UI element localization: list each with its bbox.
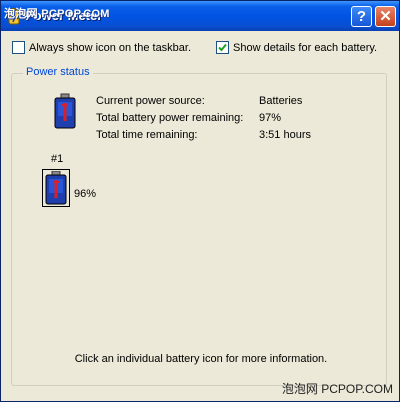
watermark-bottom: 泡泡网 PCPOP.COM (281, 382, 393, 396)
show-details-option[interactable]: Show details for each battery. (216, 41, 377, 54)
checkmark-icon (218, 43, 227, 52)
battery-1-button[interactable] (42, 169, 70, 207)
power-source-label: Current power source: (96, 95, 205, 107)
time-remaining-label: Total time remaining: (96, 129, 198, 141)
power-remaining-label: Total battery power remaining: (96, 112, 244, 124)
show-details-label: Show details for each battery. (233, 41, 378, 54)
power-status-legend: Power status (23, 66, 93, 78)
power-source-value: Batteries (259, 95, 303, 107)
show-icon-label: Always show icon on the taskbar. (29, 41, 192, 54)
close-button[interactable]: ✕ (375, 6, 396, 27)
power-remaining-value: 97% (259, 112, 282, 124)
title-bar[interactable]: Power Meter 泡泡网 PCPOP.COM ? ✕ (1, 1, 399, 31)
help-button[interactable]: ? (351, 6, 372, 27)
show-details-checkbox[interactable] (216, 41, 229, 54)
footer-hint: Click an individual battery icon for mor… (74, 353, 328, 365)
power-meter-window: Power Meter 泡泡网 PCPOP.COM ? ✕ Always sho… (0, 0, 400, 402)
battery-1-percent: 96% (74, 188, 97, 200)
show-icon-checkbox[interactable] (12, 41, 25, 54)
battery-1-name: #1 (51, 153, 64, 165)
battery-icon (45, 171, 67, 205)
time-remaining-value: 3:51 hours (259, 129, 311, 141)
total-battery-icon (54, 93, 76, 129)
show-icon-option[interactable]: Always show icon on the taskbar. (12, 41, 191, 54)
watermark-top: 泡泡网 PCPOP.COM (4, 8, 110, 20)
